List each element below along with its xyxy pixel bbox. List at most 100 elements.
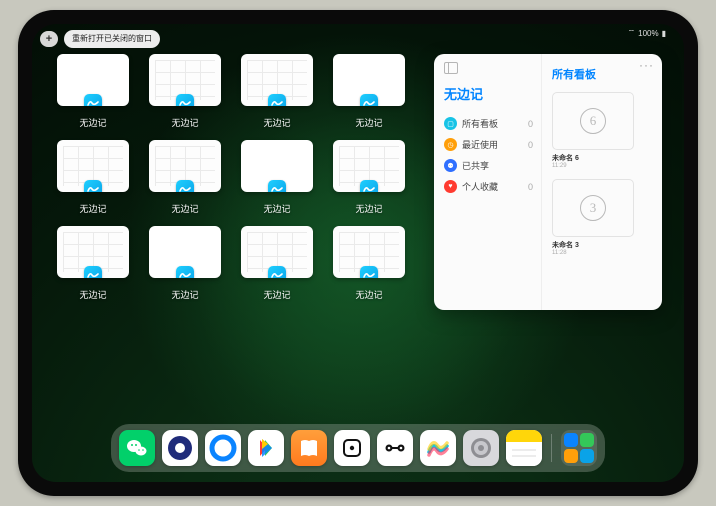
freeform-app-icon: [268, 180, 286, 192]
new-window-button[interactable]: +: [40, 31, 58, 47]
panel-app-title: 无边记: [444, 84, 533, 103]
window-tile[interactable]: 无边记: [54, 140, 132, 218]
dock-app-notes[interactable]: [506, 430, 542, 466]
dock-app-qqbrowser[interactable]: [205, 430, 241, 466]
battery-label: 100%: [638, 29, 658, 38]
window-thumbnail: [333, 226, 405, 278]
boards-column: 所有看板 6未命名 611:293未命名 311:28: [542, 54, 662, 310]
nav-item[interactable]: ▢ 所有看板 0: [444, 113, 533, 134]
content-area: 无边记无边记无边记无边记无边记无边记无边记无边记无边记无边记无边记无边记 ···…: [54, 54, 662, 430]
board-tile[interactable]: 6未命名 611:29: [552, 92, 652, 169]
window-thumbnail: [241, 226, 313, 278]
nav-item-icon: ♥: [444, 180, 457, 193]
panel-sidebar: 无边记 ▢所有看板0◷最近使用0⚉已共享♥个人收藏0: [434, 54, 542, 310]
board-thumbnail: 6: [552, 92, 634, 150]
window-tile-label: 无边记: [355, 202, 382, 215]
window-tile-label: 无边记: [171, 288, 198, 301]
window-tile-label: 无边记: [263, 116, 290, 129]
board-thumbnail: 3: [552, 179, 634, 237]
board-sketch-icon: 6: [580, 108, 606, 134]
freeform-app-icon: [84, 266, 102, 278]
window-tile[interactable]: 无边记: [238, 140, 316, 218]
window-tile[interactable]: 无边记: [146, 226, 224, 304]
window-tile-label: 无边记: [355, 116, 382, 129]
reopen-closed-window-button[interactable]: 重新打开已关闭的窗口: [64, 30, 160, 48]
nav-item-icon: ⚉: [444, 159, 457, 172]
status-bar: ⌔ 100% ▮: [628, 28, 666, 38]
nav-item-count: 0: [528, 119, 533, 129]
window-thumbnail: [333, 54, 405, 106]
nav-item-count: 0: [528, 182, 533, 192]
battery-icon: ▮: [662, 29, 666, 38]
window-tile[interactable]: 无边记: [54, 226, 132, 304]
nav-item[interactable]: ⚉ 已共享: [444, 155, 533, 176]
window-tile-label: 无边记: [355, 288, 382, 301]
board-time: 11:29: [552, 163, 652, 169]
dock-app-uc[interactable]: [162, 430, 198, 466]
dock-divider: [551, 434, 552, 462]
nav-item-icon: ◷: [444, 138, 457, 151]
ipad-frame: ⌔ 100% ▮ + 重新打开已关闭的窗口 无边记无边记无边记无边记无边记无边记…: [18, 10, 698, 496]
window-tile[interactable]: 无边记: [238, 226, 316, 304]
board-name: 未命名 3: [552, 240, 652, 250]
freeform-app-icon: [176, 94, 194, 106]
window-thumbnail: [333, 140, 405, 192]
window-tile[interactable]: 无边记: [238, 54, 316, 132]
dock-app-dice[interactable]: [334, 430, 370, 466]
boards-title: 所有看板: [552, 66, 652, 82]
window-tile[interactable]: 无边记: [146, 54, 224, 132]
window-tile-label: 无边记: [171, 202, 198, 215]
dock-app-books[interactable]: [291, 430, 327, 466]
nav-item-label: 最近使用: [462, 138, 498, 151]
window-tile[interactable]: 无边记: [330, 226, 408, 304]
freeform-app-icon: [268, 266, 286, 278]
nav-item-icon: ▢: [444, 117, 457, 130]
window-tile[interactable]: 无边记: [330, 140, 408, 218]
dock-app-video[interactable]: [248, 430, 284, 466]
window-tile[interactable]: 无边记: [54, 54, 132, 132]
freeform-app-icon: [360, 266, 378, 278]
ipad-screen: ⌔ 100% ▮ + 重新打开已关闭的窗口 无边记无边记无边记无边记无边记无边记…: [32, 24, 684, 482]
window-tile-label: 无边记: [79, 288, 106, 301]
nav-item[interactable]: ◷最近使用0: [444, 134, 533, 155]
freeform-app-icon: [84, 94, 102, 106]
window-tile[interactable]: 无边记: [146, 140, 224, 218]
board-time: 11:28: [552, 250, 652, 256]
board-tile[interactable]: 3 未命名 311:28: [552, 179, 652, 256]
sidebar-toggle-icon[interactable]: [444, 62, 458, 74]
dock-app-connect[interactable]: [377, 430, 413, 466]
freeform-app-icon: [176, 266, 194, 278]
dock-app-freeform[interactable]: [420, 430, 456, 466]
window-thumbnail: [149, 54, 221, 106]
more-icon[interactable]: ···: [639, 58, 654, 72]
window-thumbnail: [57, 226, 129, 278]
window-tile-label: 无边记: [171, 116, 198, 129]
window-tile-label: 无边记: [79, 116, 106, 129]
freeform-app-icon: [84, 180, 102, 192]
window-thumbnail: [57, 140, 129, 192]
window-tile[interactable]: 无边记: [330, 54, 408, 132]
window-tile-label: 无边记: [263, 202, 290, 215]
window-tile-label: 无边记: [263, 288, 290, 301]
freeform-app-icon: [268, 94, 286, 106]
board-meta: 未命名 311:28: [552, 240, 652, 256]
nav-item[interactable]: ♥ 个人收藏 0: [444, 176, 533, 197]
window-thumbnail: [241, 54, 313, 106]
freeform-app-icon: [360, 180, 378, 192]
wifi-icon: ⌔: [628, 28, 636, 38]
freeform-app-icon: [176, 180, 194, 192]
window-thumbnail: [57, 54, 129, 106]
window-thumbnail: [149, 226, 221, 278]
app-windows-grid: 无边记无边记无边记无边记无边记无边记无边记无边记无边记无边记无边记无边记: [54, 54, 414, 430]
nav-item-label: 所有看板: [462, 117, 498, 130]
dock-app-wechat[interactable]: [119, 430, 155, 466]
window-thumbnail: [241, 140, 313, 192]
dock-app-settings[interactable]: [463, 430, 499, 466]
top-controls: + 重新打开已关闭的窗口: [40, 30, 160, 48]
freeform-sidebar-panel[interactable]: ··· 无边记 ▢所有看板0◷最近使用0⚉已共享♥个人收藏0 所有看板 6未命名…: [434, 54, 662, 310]
nav-item-label: 已共享: [462, 159, 489, 172]
window-tile-label: 无边记: [79, 202, 106, 215]
nav-item-label: 个人收藏: [462, 180, 498, 193]
board-sketch-icon: 3: [580, 195, 606, 221]
dock-app-library[interactable]: [561, 430, 597, 466]
